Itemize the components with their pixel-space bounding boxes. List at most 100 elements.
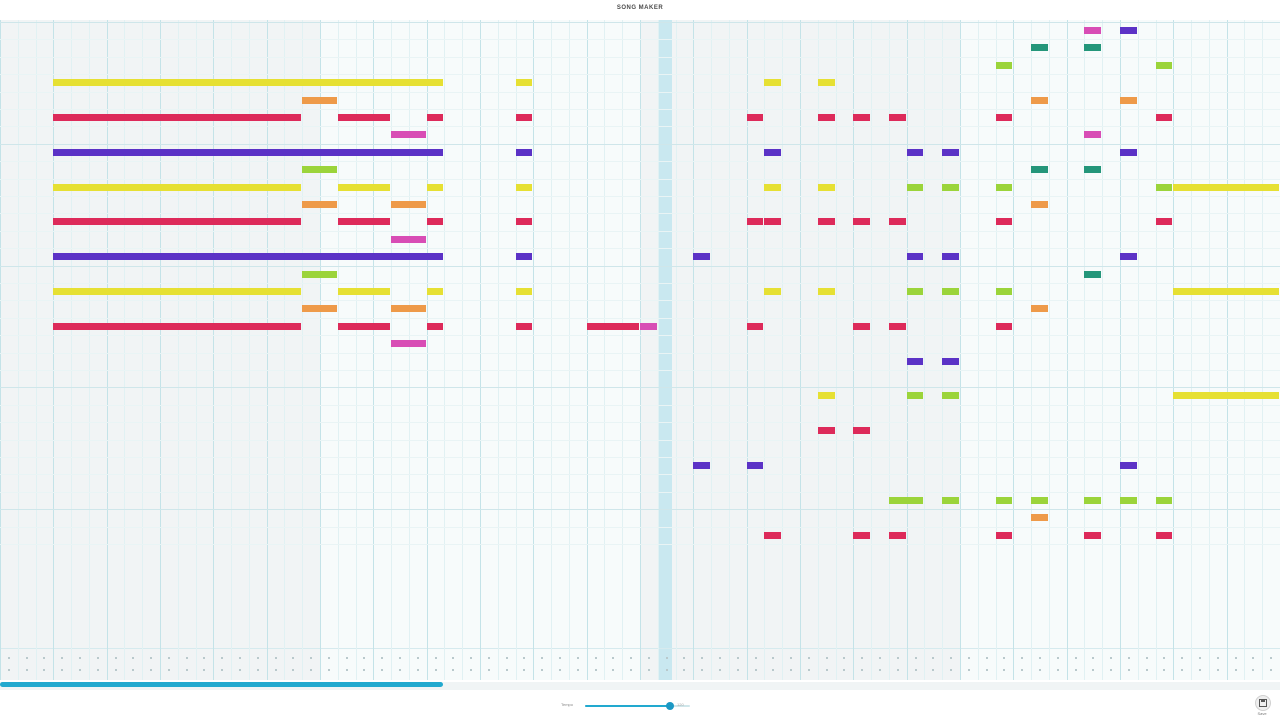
percussion-cell[interactable]	[807, 669, 810, 671]
note-violet[interactable]	[942, 357, 959, 365]
percussion-cell[interactable]	[1234, 657, 1237, 659]
percussion-cell[interactable]	[896, 669, 899, 671]
note-magenta[interactable]	[391, 131, 426, 139]
percussion-cell[interactable]	[1110, 669, 1113, 671]
percussion-cell[interactable]	[79, 669, 81, 671]
percussion-cell[interactable]	[256, 669, 259, 671]
percussion-cell[interactable]	[434, 657, 437, 659]
note-crimson[interactable]	[426, 218, 444, 226]
percussion-cell[interactable]	[43, 657, 46, 659]
note-lime[interactable]	[906, 183, 924, 191]
percussion-cell[interactable]	[203, 669, 206, 671]
percussion-cell[interactable]	[950, 669, 953, 671]
percussion-cell[interactable]	[879, 657, 881, 659]
percussion-cell[interactable]	[1270, 669, 1273, 671]
note-orange[interactable]	[391, 305, 426, 313]
percussion-cell[interactable]	[292, 657, 295, 659]
save-button[interactable]	[1255, 695, 1271, 711]
percussion-cell[interactable]	[772, 669, 775, 671]
note-crimson[interactable]	[853, 427, 871, 435]
percussion-cell[interactable]	[1092, 657, 1095, 659]
note-violet[interactable]	[53, 253, 444, 261]
percussion-cell[interactable]	[505, 657, 508, 659]
percussion-cell[interactable]	[1234, 669, 1237, 671]
percussion-cell[interactable]	[470, 657, 473, 659]
note-yellow[interactable]	[1173, 392, 1279, 400]
melody-grid[interactable]	[0, 20, 1280, 680]
note-lime[interactable]	[942, 288, 959, 295]
note-yellow[interactable]	[53, 79, 444, 87]
percussion-cell[interactable]	[185, 657, 188, 659]
note-crimson[interactable]	[53, 114, 302, 121]
note-crimson[interactable]	[53, 322, 302, 330]
note-orange[interactable]	[1031, 201, 1048, 208]
percussion-cell[interactable]	[985, 657, 988, 659]
note-yellow[interactable]	[515, 79, 533, 87]
percussion-cell[interactable]	[487, 669, 490, 671]
percussion-cell[interactable]	[914, 669, 917, 671]
note-violet[interactable]	[942, 148, 959, 156]
note-crimson[interactable]	[995, 218, 1013, 226]
percussion-cell[interactable]	[203, 657, 206, 659]
percussion-cell[interactable]	[1021, 657, 1024, 659]
percussion-cell[interactable]	[1163, 657, 1166, 659]
note-crimson[interactable]	[1155, 114, 1173, 121]
percussion-cell[interactable]	[665, 669, 668, 671]
percussion-cell[interactable]	[1216, 669, 1219, 671]
note-crimson[interactable]	[1155, 531, 1173, 539]
percussion-cell[interactable]	[61, 669, 64, 671]
note-violet[interactable]	[1120, 253, 1137, 261]
percussion-cell[interactable]	[345, 657, 348, 659]
note-lime[interactable]	[1155, 183, 1173, 191]
percussion-cell[interactable]	[701, 669, 704, 671]
percussion-cell[interactable]	[239, 669, 241, 671]
percussion-cell[interactable]	[1127, 657, 1130, 659]
percussion-cell[interactable]	[292, 669, 295, 671]
tempo-slider[interactable]	[585, 702, 690, 710]
percussion-cell[interactable]	[701, 657, 704, 659]
note-crimson[interactable]	[995, 322, 1013, 330]
note-magenta[interactable]	[1084, 27, 1102, 34]
percussion-cell[interactable]	[1252, 669, 1255, 671]
note-yellow[interactable]	[515, 288, 533, 295]
note-crimson[interactable]	[1155, 218, 1173, 226]
percussion-cell[interactable]	[790, 669, 793, 671]
percussion-cell[interactable]	[363, 657, 366, 659]
percussion-cell[interactable]	[1145, 657, 1148, 659]
note-yellow[interactable]	[53, 183, 302, 191]
percussion-cell[interactable]	[754, 669, 757, 671]
percussion-cell[interactable]	[736, 669, 739, 671]
note-crimson[interactable]	[746, 218, 764, 226]
percussion-cell[interactable]	[381, 657, 384, 659]
note-yellow[interactable]	[337, 183, 391, 191]
percussion-cell[interactable]	[274, 657, 277, 659]
percussion-cell[interactable]	[896, 657, 899, 659]
percussion-cell[interactable]	[363, 669, 366, 671]
note-teal[interactable]	[1031, 166, 1048, 174]
percussion-cell[interactable]	[96, 669, 99, 671]
percussion-cell[interactable]	[541, 657, 544, 659]
note-yellow[interactable]	[1173, 183, 1279, 191]
note-crimson[interactable]	[995, 531, 1013, 539]
percussion-cell[interactable]	[381, 669, 384, 671]
note-yellow[interactable]	[817, 288, 835, 295]
percussion-cell[interactable]	[647, 657, 650, 659]
note-violet[interactable]	[515, 148, 533, 156]
percussion-cell[interactable]	[327, 657, 330, 659]
percussion-cell[interactable]	[719, 657, 721, 659]
note-crimson[interactable]	[888, 114, 906, 121]
percussion-cell[interactable]	[523, 669, 526, 671]
percussion-cell[interactable]	[683, 669, 686, 671]
percussion-cell[interactable]	[932, 669, 935, 671]
note-lime[interactable]	[1155, 61, 1173, 69]
note-crimson[interactable]	[888, 218, 906, 226]
progress-track[interactable]	[0, 682, 1280, 690]
percussion-cell[interactable]	[630, 669, 633, 671]
note-lime[interactable]	[995, 183, 1013, 191]
note-yellow[interactable]	[764, 288, 782, 295]
percussion-cell[interactable]	[1199, 657, 1201, 659]
percussion-cell[interactable]	[861, 669, 864, 671]
percussion-cell[interactable]	[310, 657, 313, 659]
percussion-cell[interactable]	[399, 669, 401, 671]
percussion-cell[interactable]	[25, 657, 28, 659]
